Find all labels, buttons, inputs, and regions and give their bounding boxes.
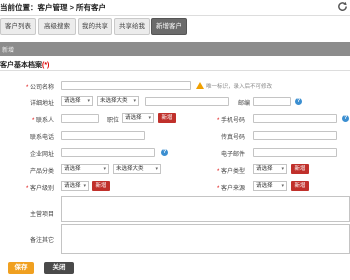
section-title-text: 客户基本档案	[0, 62, 42, 69]
customer-source-label: * 客户来源	[216, 186, 245, 192]
website-input[interactable]	[61, 148, 155, 157]
province-select[interactable]: 请选择	[61, 96, 93, 106]
tab-my-shares[interactable]: 我的共享	[78, 18, 112, 35]
address-label: 详细地址	[29, 101, 54, 107]
breadcrumb: 当前位置：客户管理 > 所有客户	[0, 3, 107, 12]
company-name-input[interactable]	[61, 81, 191, 90]
required-note: (*)	[42, 62, 50, 69]
zip-label: 邮编	[237, 101, 250, 107]
help-icon[interactable]: ?	[342, 115, 349, 122]
refresh-icon[interactable]	[337, 1, 348, 12]
customer-source-select[interactable]: 请选择	[253, 181, 287, 191]
email-label: 电子邮件	[220, 152, 245, 158]
panel-header: 新增	[0, 42, 350, 56]
close-button[interactable]: 关闭	[44, 262, 74, 274]
notes-label: 备注其它	[29, 238, 54, 244]
website-label: 企业网址	[29, 152, 54, 158]
help-icon[interactable]: ?	[295, 98, 302, 105]
position-label: 职位	[106, 118, 119, 124]
fax-label: 传真号码	[220, 135, 245, 141]
panel-header-label: 新增	[2, 48, 15, 54]
product-category-label: 产品分类	[29, 169, 54, 175]
customer-type-label: * 客户类型	[216, 169, 245, 175]
company-name-label: * 公司名称	[25, 85, 54, 91]
customer-type-select[interactable]: 请选择	[253, 164, 287, 174]
tel-label: 联系电话	[29, 135, 54, 141]
city-select[interactable]: 未选择大类	[97, 96, 139, 106]
location-bar: 当前位置：客户管理 > 所有客户	[0, 0, 350, 16]
notes-textarea[interactable]	[61, 224, 350, 254]
product-select-2[interactable]: 未选择大类	[113, 164, 161, 174]
tel-input[interactable]	[61, 131, 145, 140]
add-customer-level-button[interactable]: 新增	[92, 181, 110, 191]
tab-customer-list[interactable]: 客户列表	[0, 18, 36, 35]
email-input[interactable]	[253, 148, 337, 157]
main-items-label: 主营项目	[29, 212, 54, 218]
address-input[interactable]	[145, 97, 229, 106]
tab-shared-with-me[interactable]: 共享给我	[114, 18, 150, 35]
fax-input[interactable]	[253, 131, 337, 140]
zip-input[interactable]	[253, 97, 291, 106]
main-items-textarea[interactable]	[61, 196, 350, 222]
help-icon[interactable]: ?	[161, 149, 168, 156]
section-title: 客户基本档案(*)	[0, 60, 49, 70]
company-name-hint: 唯一标识，录入后不可修改	[206, 84, 273, 90]
product-select-1[interactable]: 请选择	[61, 164, 109, 174]
mobile-label: * 手机号码	[216, 118, 245, 124]
contact-input[interactable]	[61, 114, 99, 123]
divider	[0, 70, 350, 71]
contact-label: * 联系人	[31, 118, 54, 124]
save-button[interactable]: 保存	[8, 262, 34, 274]
position-select[interactable]: 请选择	[122, 113, 154, 123]
add-customer-type-button[interactable]: 新增	[291, 164, 309, 174]
customer-level-select[interactable]: 请选择	[61, 181, 89, 191]
customer-level-label: * 客户级别	[25, 186, 54, 192]
add-position-button[interactable]: 新增	[158, 113, 176, 123]
add-customer-source-button[interactable]: 新增	[291, 181, 309, 191]
tab-advanced-search[interactable]: 高级搜索	[38, 18, 76, 35]
warning-icon	[196, 82, 204, 89]
tab-new-customer[interactable]: 新增客户	[151, 18, 187, 35]
mobile-input[interactable]	[253, 114, 337, 123]
